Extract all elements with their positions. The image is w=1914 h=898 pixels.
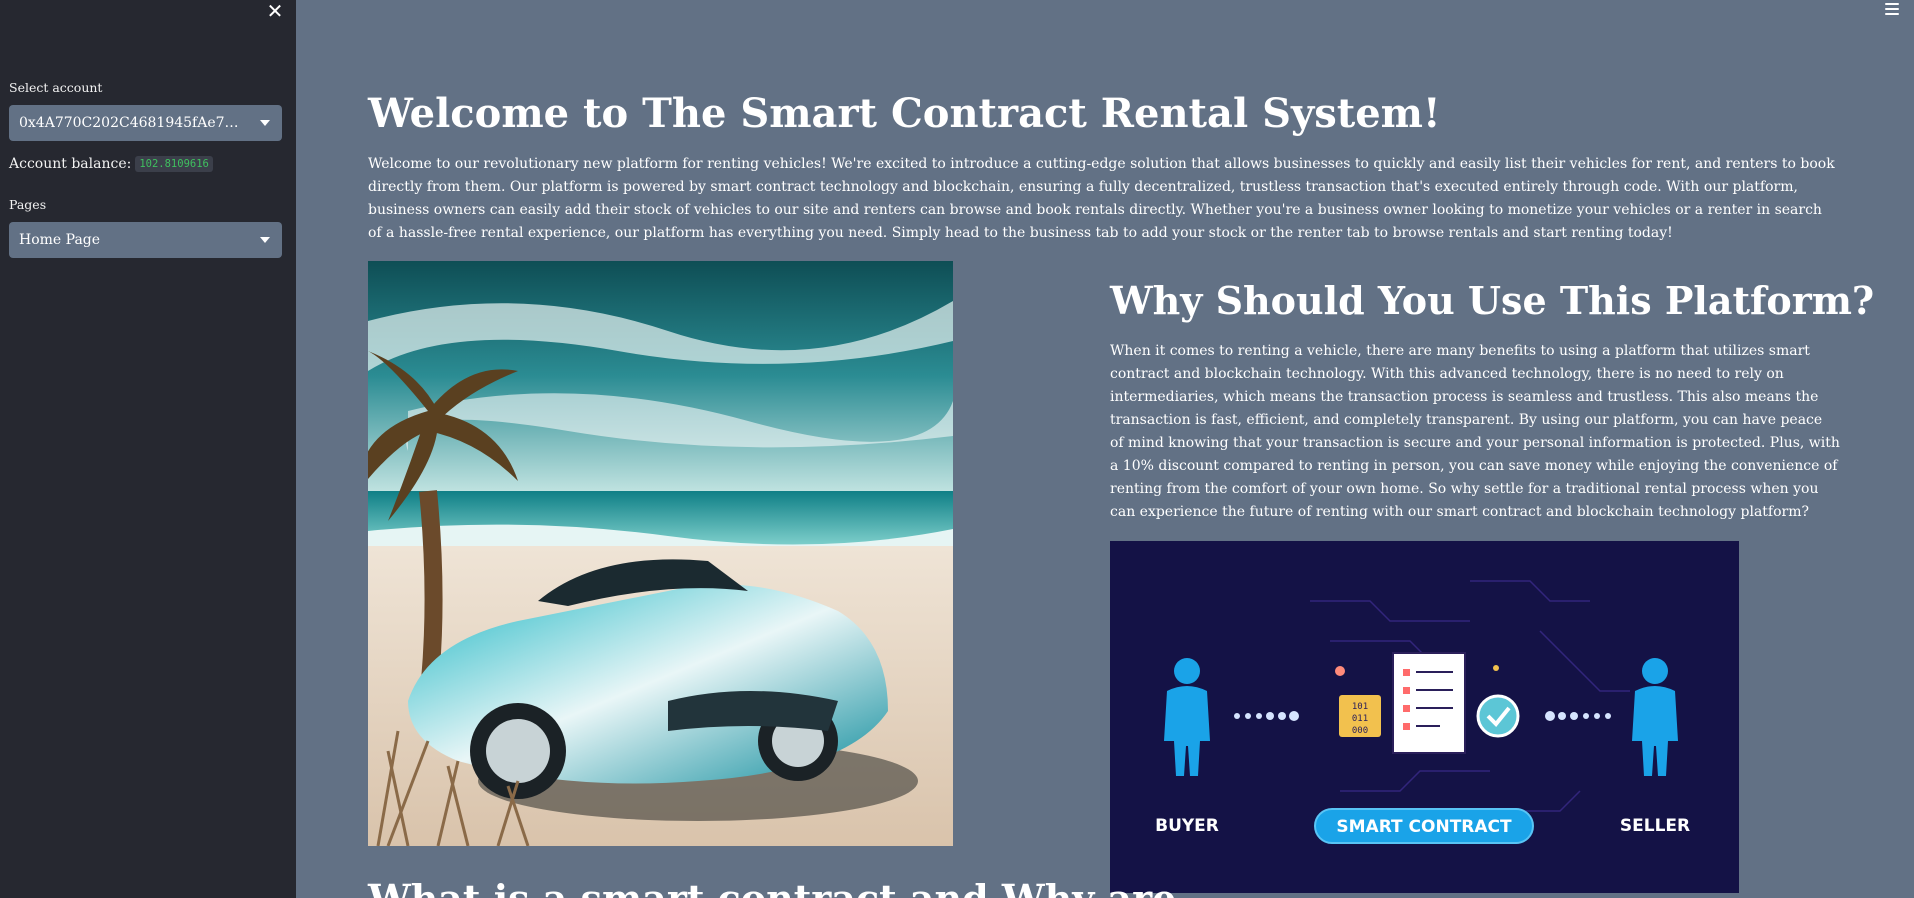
account-balance-label: Account balance:: [9, 156, 132, 172]
chevron-down-icon: [260, 237, 270, 243]
account-select[interactable]: 0x4A770C202C4681945fAe7ACb88...: [9, 105, 282, 141]
pages-label: Pages: [9, 197, 47, 212]
sidebar: ✕ Select account 0x4A770C202C4681945fAe7…: [0, 0, 296, 898]
what-section-title: What is a smart contract and Why are: [368, 876, 1176, 898]
account-select-value: 0x4A770C202C4681945fAe7ACb88...: [19, 115, 247, 131]
select-account-label: Select account: [9, 80, 103, 95]
account-balance: Account balance: 102.8109616: [9, 156, 213, 172]
intro-paragraph: Welcome to our revolutionary new platfor…: [368, 156, 1835, 241]
smart-contract-label: SMART CONTRACT: [1336, 817, 1512, 837]
binary-line: 011: [1352, 714, 1368, 724]
binary-line: 000: [1352, 726, 1368, 736]
binary-line: 101: [1352, 702, 1368, 712]
hamburger-menu-icon[interactable]: [1885, 3, 1899, 15]
why-section-paragraph: When it comes to renting a vehicle, ther…: [1110, 343, 1840, 520]
pages-select[interactable]: Home Page: [9, 222, 282, 258]
close-sidebar-button[interactable]: ✕: [264, 0, 286, 23]
close-icon: ✕: [266, 0, 284, 23]
seller-label: SELLER: [1620, 816, 1690, 836]
account-balance-value: 102.8109616: [135, 156, 213, 172]
beach-car-image: [368, 261, 953, 846]
buyer-label: BUYER: [1155, 816, 1219, 836]
smart-contract-diagram-image: 101 011 000 BUYER SMART CONTRACT SELLER: [1110, 541, 1739, 893]
why-section-title: Why Should You Use This Platform?: [1110, 278, 1875, 323]
chevron-down-icon: [260, 120, 270, 126]
page-title: Welcome to The Smart Contract Rental Sys…: [368, 90, 1441, 137]
pages-select-value: Home Page: [19, 232, 101, 248]
